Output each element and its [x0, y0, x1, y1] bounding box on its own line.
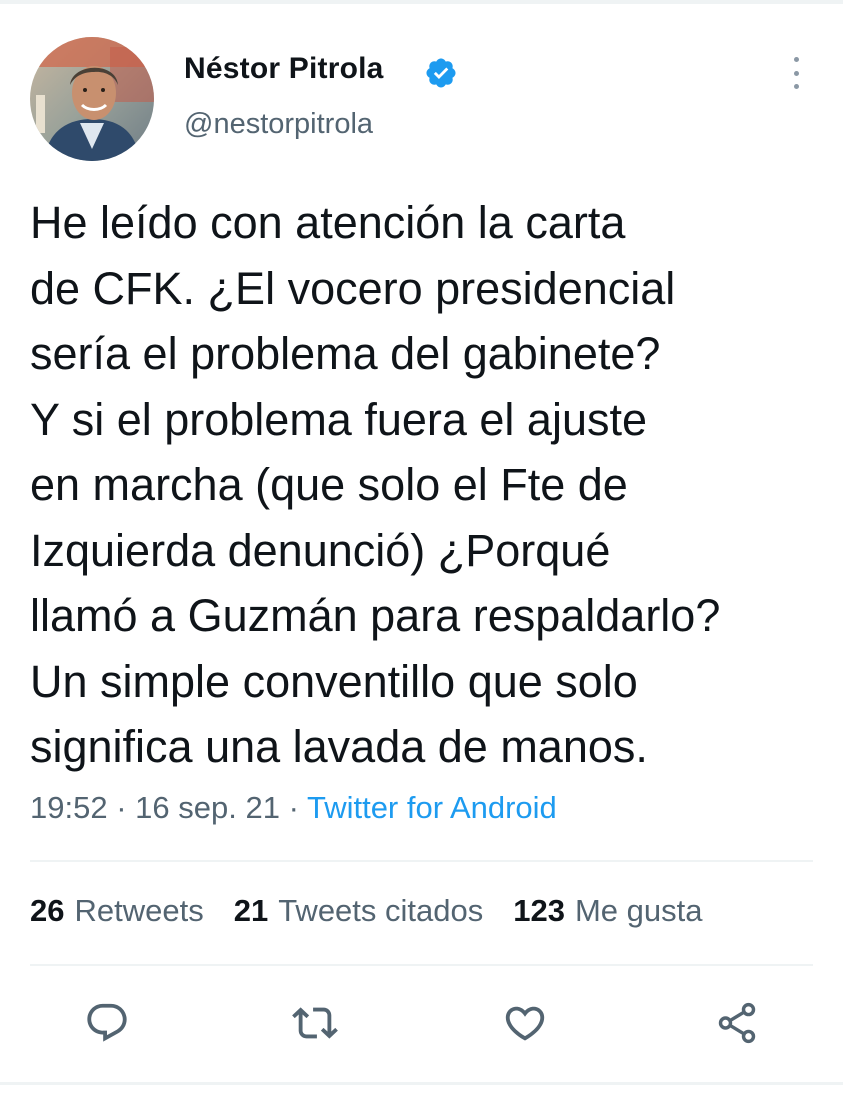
- tweet-date[interactable]: 16 sep. 21: [135, 790, 280, 825]
- divider: [30, 964, 813, 966]
- author-handle[interactable]: @nestorpitrola: [184, 108, 373, 141]
- avatar[interactable]: [30, 37, 154, 161]
- tweet-text-line: en marcha (que solo el Fte de: [30, 459, 628, 510]
- meta-separator: ·: [288, 790, 299, 825]
- bottom-border: [0, 1082, 843, 1085]
- quotes-count: 21: [233, 893, 269, 928]
- likes-label: Me gusta: [574, 893, 703, 928]
- verified-badge-icon: [426, 58, 456, 88]
- tweet-text-line: He leído con atención la carta: [30, 197, 626, 248]
- like-button[interactable]: [498, 996, 552, 1050]
- retweet-button[interactable]: [288, 996, 342, 1050]
- likes-stat[interactable]: 123 Me gusta: [513, 893, 702, 929]
- tweet-text: He leído con atención la carta de CFK. ¿…: [30, 190, 830, 780]
- retweets-label: Retweets: [74, 893, 204, 928]
- quotes-label: Tweets citados: [278, 893, 484, 928]
- share-icon: [718, 1002, 756, 1044]
- heart-icon: [505, 1006, 545, 1041]
- retweets-count: 26: [30, 893, 65, 928]
- tweet-text-line: Izquierda denunció) ¿Porqué: [30, 524, 611, 576]
- quotes-stat[interactable]: 21 Tweets citados: [234, 893, 484, 929]
- retweet-icon: [292, 1007, 338, 1039]
- tweet-text-line: sería el problema del gabinete?: [30, 328, 661, 379]
- likes-count: 123: [513, 893, 565, 928]
- tweet-time[interactable]: 19:52: [30, 790, 108, 825]
- avatar-photo: [30, 37, 154, 161]
- retweets-stat[interactable]: 26 Retweets: [30, 893, 204, 929]
- tweet-text-line: significa una lavada de manos.: [30, 721, 648, 772]
- more-options-icon[interactable]: [780, 53, 812, 93]
- top-border: [0, 0, 843, 4]
- tweet-text-line: de CFK. ¿El vocero presidencial: [30, 262, 676, 314]
- reply-icon: [87, 1003, 127, 1042]
- tweet-stats: 26 Retweets 21 Tweets citados 123 Me gus…: [30, 893, 703, 929]
- tweet-meta: 19:52 · 16 sep. 21 · Twitter for Android: [30, 790, 557, 826]
- tweet-text-line: Un simple conventillo que solo: [30, 655, 638, 707]
- share-button[interactable]: [710, 996, 764, 1050]
- tweet-text-line: llamó a Guzmán para respaldarlo?: [30, 590, 721, 641]
- meta-separator: ·: [116, 790, 127, 825]
- tweet-source-link[interactable]: Twitter for Android: [307, 790, 557, 825]
- reply-button[interactable]: [80, 996, 134, 1050]
- tweet-text-line: Y si el problema fuera el ajuste: [30, 393, 648, 445]
- divider: [30, 860, 813, 862]
- author-name[interactable]: Néstor Pitrola: [184, 52, 384, 86]
